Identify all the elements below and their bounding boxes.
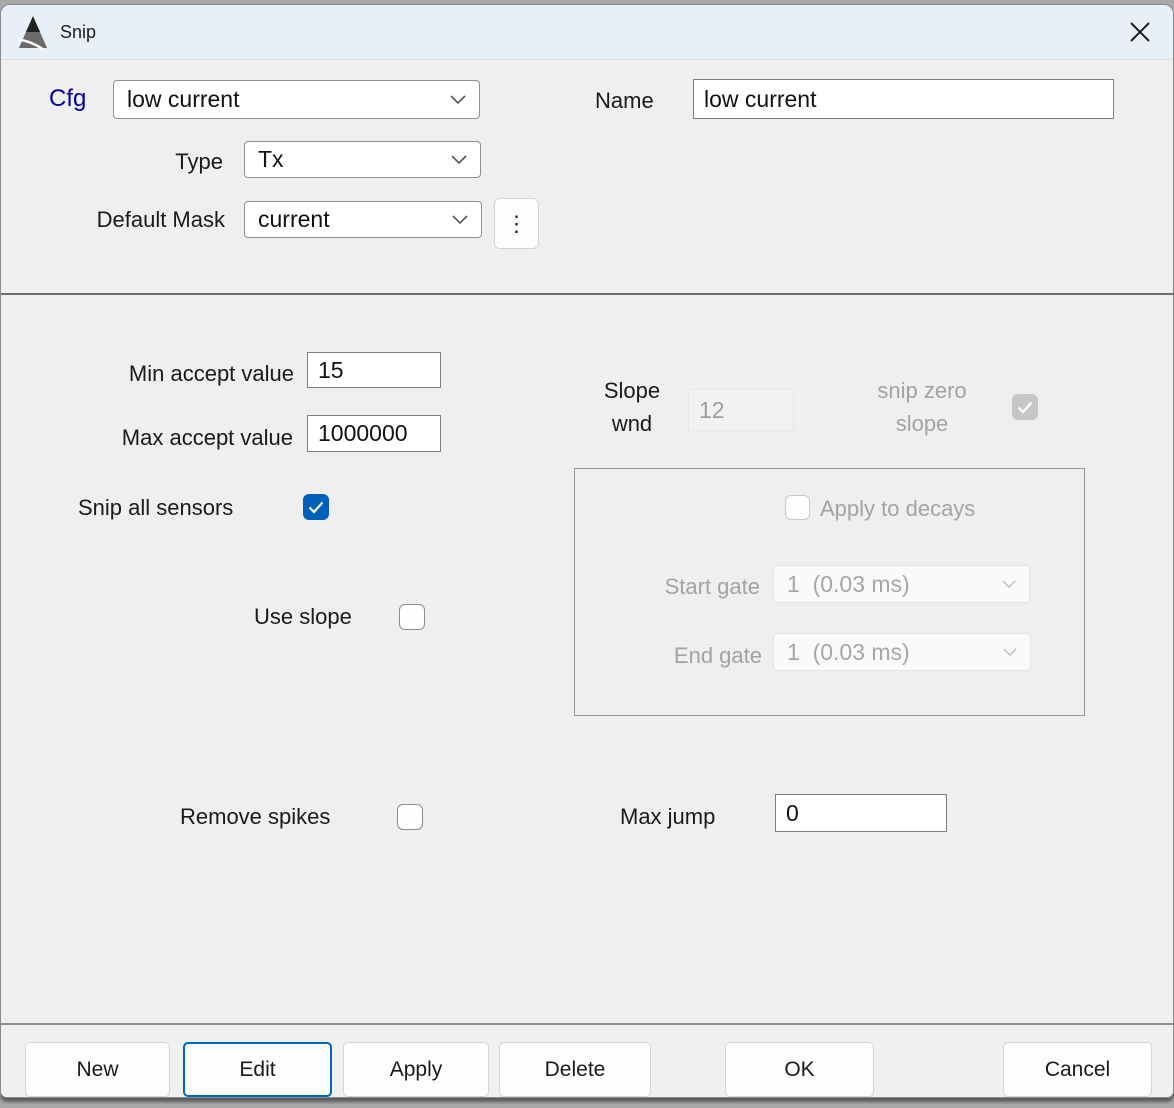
title-bar: Snip xyxy=(1,5,1173,60)
end-gate-select: 1 (0.03 ms) xyxy=(773,633,1031,671)
chevron-down-icon xyxy=(451,214,469,225)
type-select-value: Tx xyxy=(258,146,450,173)
app-logo-icon xyxy=(18,14,48,50)
check-icon xyxy=(308,501,324,514)
window-title: Snip xyxy=(60,22,96,43)
chevron-down-icon xyxy=(450,154,468,165)
min-accept-label: Min accept value xyxy=(41,361,294,387)
close-icon xyxy=(1127,19,1153,45)
snip-zero-slope-checkbox xyxy=(1012,394,1038,420)
use-slope-checkbox[interactable] xyxy=(399,604,425,630)
decays-group-box: Apply to decays Start gate 1 (0.03 ms) E… xyxy=(574,468,1085,716)
new-button[interactable]: New xyxy=(25,1042,170,1097)
remove-spikes-label: Remove spikes xyxy=(180,804,330,830)
snip-zero-slope-label: snip zero slope xyxy=(846,374,998,440)
cfg-label: Cfg xyxy=(49,85,86,113)
chevron-down-icon xyxy=(449,94,467,105)
name-input[interactable] xyxy=(693,79,1114,119)
delete-button[interactable]: Delete xyxy=(499,1042,651,1097)
type-label: Type xyxy=(56,149,223,175)
check-icon xyxy=(1017,401,1033,414)
type-select[interactable]: Tx xyxy=(244,141,481,178)
default-mask-select-value: current xyxy=(258,206,451,233)
end-gate-label: End gate xyxy=(600,643,762,669)
default-mask-select[interactable]: current xyxy=(244,201,482,238)
max-jump-input[interactable] xyxy=(775,794,947,832)
min-accept-input[interactable] xyxy=(307,352,441,388)
cfg-select[interactable]: low current xyxy=(113,80,480,119)
use-slope-label: Use slope xyxy=(254,604,352,630)
chevron-down-icon xyxy=(1002,647,1018,657)
snip-dialog: Snip Cfg low current Name Type Tx Defaul… xyxy=(0,4,1174,1098)
slope-wnd-input xyxy=(688,389,794,431)
slope-wnd-label: Slope wnd xyxy=(586,374,678,440)
apply-to-decays-checkbox xyxy=(785,495,810,520)
apply-to-decays-label: Apply to decays xyxy=(820,496,975,522)
edit-button[interactable]: Edit xyxy=(183,1042,332,1097)
mask-more-options-button[interactable]: ⋮ xyxy=(494,198,539,249)
more-options-icon: ⋮ xyxy=(506,211,528,237)
start-gate-label: Start gate xyxy=(600,574,760,600)
name-label: Name xyxy=(595,88,654,114)
close-button[interactable] xyxy=(1117,10,1163,54)
default-mask-label: Default Mask xyxy=(56,207,225,233)
cancel-button[interactable]: Cancel xyxy=(1003,1042,1152,1097)
max-accept-label: Max accept value xyxy=(41,425,293,451)
chevron-down-icon xyxy=(1001,579,1017,589)
ok-button[interactable]: OK xyxy=(725,1042,874,1097)
max-jump-label: Max jump xyxy=(620,804,715,830)
apply-button[interactable]: Apply xyxy=(343,1042,489,1097)
config-panel: Cfg low current Name Type Tx Default Mas… xyxy=(1,61,1173,295)
snip-all-sensors-label: Snip all sensors xyxy=(78,495,233,521)
max-accept-input[interactable] xyxy=(307,415,441,452)
cfg-select-value: low current xyxy=(127,86,449,113)
end-gate-select-value: 1 (0.03 ms) xyxy=(787,639,1002,666)
remove-spikes-checkbox[interactable] xyxy=(397,804,423,830)
snip-all-sensors-checkbox[interactable] xyxy=(303,494,329,520)
start-gate-select: 1 (0.03 ms) xyxy=(773,565,1030,603)
start-gate-select-value: 1 (0.03 ms) xyxy=(787,571,1001,598)
